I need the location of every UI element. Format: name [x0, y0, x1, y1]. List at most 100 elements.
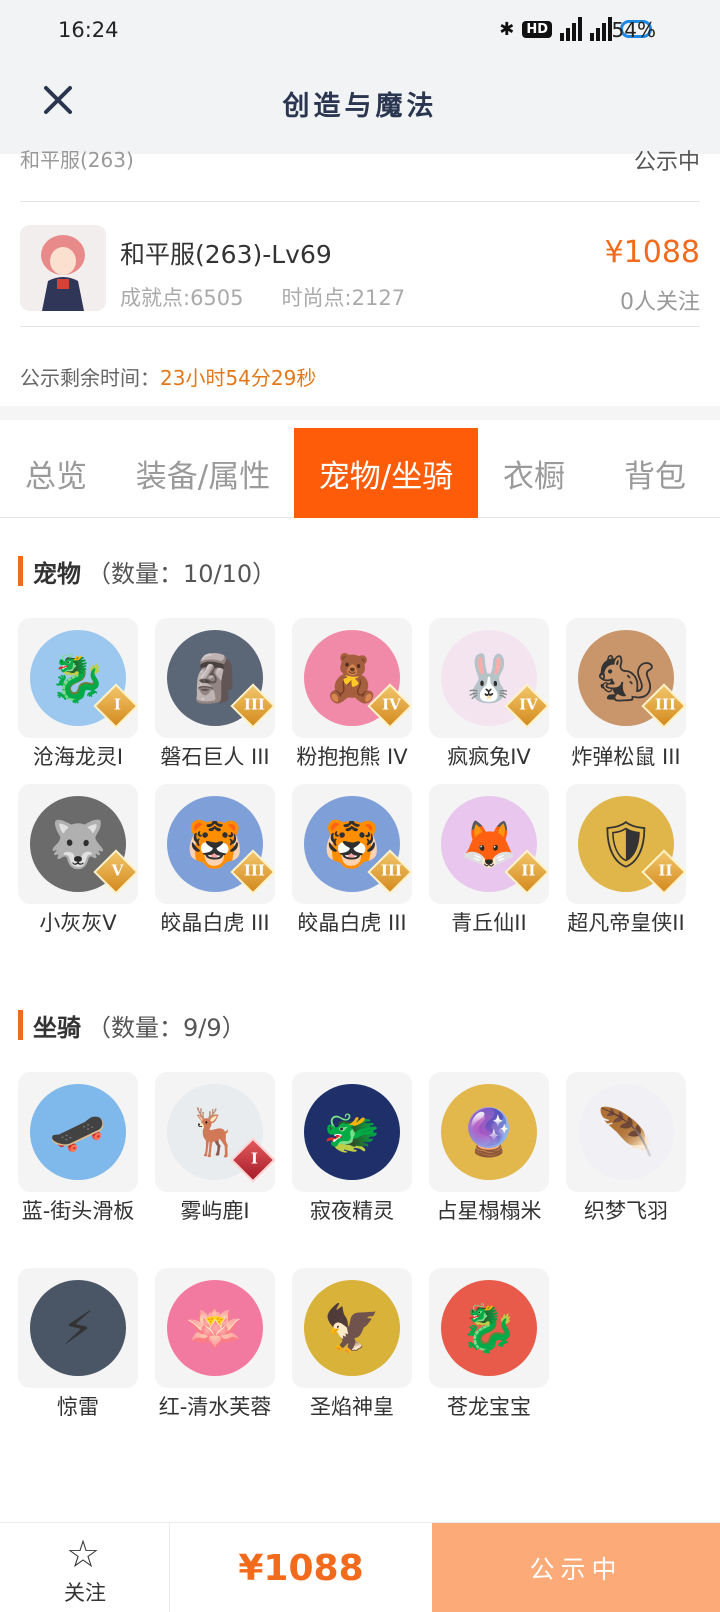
lotus-icon: 🪷: [167, 1280, 263, 1376]
item-name: 红-清水芙蓉: [158, 1395, 272, 1419]
tab-wardrobe[interactable]: 衣橱: [478, 428, 590, 518]
item-card[interactable]: 🦅 圣焰神皇: [282, 1268, 422, 1422]
item-card[interactable]: 🐉 I 沧海龙灵I: [8, 618, 148, 772]
fashion-points: 时尚点:2127: [281, 286, 406, 310]
follower-count: 0人关注: [620, 290, 700, 315]
hd-badge: HD: [522, 20, 552, 38]
item-name: 皎晶白虎 III: [297, 911, 407, 935]
item-name: 炸弹松鼠 III: [571, 745, 681, 769]
item-card[interactable]: 🛡 II 超凡帝皇侠II: [556, 784, 696, 938]
astrology-tatami-icon: 🔮: [441, 1084, 537, 1180]
skateboard-icon: 🛹: [30, 1084, 126, 1180]
section-gap: [0, 406, 720, 420]
item-card[interactable]: ⚡ 惊雷: [8, 1268, 148, 1422]
item-thumbnail: 🛹: [18, 1072, 138, 1192]
item-name: 雾屿鹿I: [180, 1199, 250, 1223]
signal-icon: [590, 17, 612, 41]
item-thumbnail: 🐯 III: [292, 784, 412, 904]
golden-phoenix-icon: 🦅: [304, 1280, 400, 1376]
character-avatar: [20, 225, 106, 311]
item-thumbnail: 🛡 II: [566, 784, 686, 904]
signal-icon: [560, 17, 582, 41]
item-card[interactable]: 🦌 I 雾屿鹿I: [145, 1072, 285, 1226]
item-name: 超凡帝皇侠II: [567, 911, 685, 935]
remaining-value: 23小时54分29秒: [160, 366, 317, 390]
item-name: 占星榻榻米: [436, 1199, 542, 1223]
item-thumbnail: 🐉: [429, 1268, 549, 1388]
server-level: 和平服(263)-Lv69: [120, 240, 332, 269]
tab-overview[interactable]: 总览: [0, 428, 112, 518]
top-bar: 16:24 ✱ HD 54% 创造与魔法: [0, 0, 720, 154]
item-name: 圣焰神皇: [310, 1395, 394, 1419]
pets-section-title: 宠物 （数量：10/10）: [18, 556, 276, 588]
mounts-grid: 🛹 蓝-街头滑板 🦌 I 雾屿鹿I 🐲 寂夜精灵 🔮 占星榻榻米 🪶 织梦飞羽 ⚡ 惊雷 🪷 红-清水芙蓉 🦅…: [0, 1072, 720, 1472]
item-card[interactable]: 🐯 III 皎晶白虎 III: [282, 784, 422, 938]
scrolled-summary-row: 和平服(263) 公示中: [20, 150, 700, 172]
tab-pets-mounts[interactable]: 宠物/坐骑: [294, 428, 478, 518]
status-time: 16:24: [58, 18, 119, 42]
divider: [20, 201, 700, 202]
item-name: 沧海龙灵I: [32, 745, 124, 769]
item-name: 苍龙宝宝: [447, 1395, 531, 1419]
item-card[interactable]: 🐿 III 炸弹松鼠 III: [556, 618, 696, 772]
tab-equipment[interactable]: 装备/属性: [112, 428, 294, 518]
item-name: 皎晶白虎 III: [160, 911, 270, 935]
item-thumbnail: 🗿 III: [155, 618, 275, 738]
divider: [20, 326, 700, 327]
tab-bar: 总览 装备/属性 宠物/坐骑 衣橱 背包: [0, 428, 720, 518]
status-bar: 16:24 ✱ HD 54%: [0, 0, 720, 64]
night-spirit-icon: 🐲: [304, 1084, 400, 1180]
item-card[interactable]: 🧸 IV 粉抱抱熊 IV: [282, 618, 422, 772]
item-thumbnail: 🪷: [155, 1268, 275, 1388]
tab-bag[interactable]: 背包: [590, 428, 720, 518]
item-thumbnail: 🐉 I: [18, 618, 138, 738]
item-name: 粉抱抱熊 IV: [296, 745, 408, 769]
item-thumbnail: 🐯 III: [155, 784, 275, 904]
baby-dragon-icon: 🐉: [441, 1280, 537, 1376]
item-card[interactable]: 🛹 蓝-街头滑板: [8, 1072, 148, 1226]
mounts-count: （数量：9/9）: [87, 1013, 246, 1042]
follow-button[interactable]: ☆ 关注: [0, 1523, 170, 1612]
follow-label: 关注: [64, 1581, 106, 1605]
item-name: 小灰灰V: [39, 911, 117, 935]
feather-icon: 🪶: [578, 1084, 674, 1180]
item-thumbnail: 🦊 II: [429, 784, 549, 904]
item-thumbnail: 🐰 IV: [429, 618, 549, 738]
pets-grid: 🐉 I 沧海龙灵I 🗿 III 磐石巨人 III 🧸 IV 粉抱抱熊 IV 🐰 IV 疯疯兔IV 🐿 II…: [0, 618, 720, 958]
battery-level: 54%: [611, 18, 656, 42]
remaining-label: 公示剩余时间：: [20, 366, 160, 390]
mounts-title: 坐骑: [33, 1013, 81, 1042]
page-title: 创造与魔法: [282, 91, 438, 122]
item-name: 磐石巨人 III: [160, 745, 270, 769]
item-name: 惊雷: [57, 1395, 99, 1419]
item-thumbnail: 🔮: [429, 1072, 549, 1192]
thunder-beast-icon: ⚡: [30, 1280, 126, 1376]
status-button[interactable]: 公示中: [432, 1523, 720, 1612]
listing-price: ¥1088: [604, 235, 700, 270]
item-thumbnail: 🐺 V: [18, 784, 138, 904]
item-name: 蓝-街头滑板: [21, 1199, 135, 1223]
item-name: 疯疯兔IV: [447, 745, 531, 769]
item-name: 织梦飞羽: [584, 1199, 668, 1223]
bottom-bar: ☆ 关注 ¥1088 公示中: [0, 1522, 720, 1612]
item-thumbnail: 🦅: [292, 1268, 412, 1388]
item-card[interactable]: 🦊 II 青丘仙II: [419, 784, 559, 938]
item-card[interactable]: 🗿 III 磐石巨人 III: [145, 618, 285, 772]
item-card[interactable]: 🐺 V 小灰灰V: [8, 784, 148, 938]
item-thumbnail: 🐿 III: [566, 618, 686, 738]
item-name: 寂夜精灵: [310, 1199, 394, 1223]
bluetooth-icon: ✱: [499, 18, 515, 40]
mounts-section-title: 坐骑 （数量：9/9）: [18, 1010, 246, 1042]
item-card[interactable]: 🪶 织梦飞羽: [556, 1072, 696, 1226]
item-card[interactable]: 🐯 III 皎晶白虎 III: [145, 784, 285, 938]
character-stats: 成就点:6505 时尚点:2127: [120, 282, 405, 312]
item-thumbnail: 🪶: [566, 1072, 686, 1192]
item-card[interactable]: 🐉 苍龙宝宝: [419, 1268, 559, 1422]
item-card[interactable]: 🪷 红-清水芙蓉: [145, 1268, 285, 1422]
item-card[interactable]: 🔮 占星榻榻米: [419, 1072, 559, 1226]
remaining-time: 公示剩余时间：23小时54分29秒: [20, 362, 316, 391]
listing-status: 公示中: [633, 150, 700, 172]
server-label: 和平服(263): [20, 150, 134, 172]
item-card[interactable]: 🐲 寂夜精灵: [282, 1072, 422, 1226]
item-card[interactable]: 🐰 IV 疯疯兔IV: [419, 618, 559, 772]
